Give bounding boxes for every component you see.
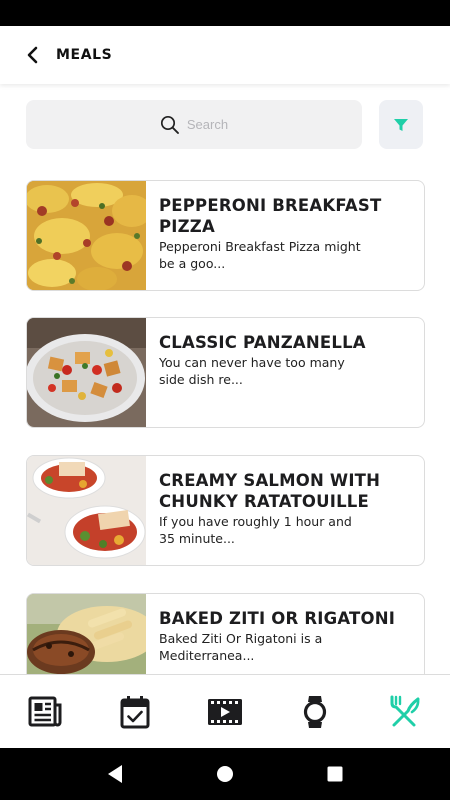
square-recents-icon — [327, 766, 343, 782]
search-icon — [160, 115, 180, 135]
meal-description: Pepperoni Breakfast Pizza might be a goo… — [159, 239, 361, 271]
meal-image — [27, 181, 146, 290]
search-row: Search — [26, 100, 423, 149]
video-film-icon — [208, 698, 242, 725]
calendar-check-icon — [120, 695, 150, 728]
nav-calendar[interactable] — [105, 682, 165, 742]
fork-knife-icon — [390, 695, 420, 726]
meal-description: If you have roughly 1 hour and 35 minute… — [159, 514, 352, 546]
nav-videos[interactable] — [195, 682, 255, 742]
meal-title: CREAMY SALMON WITH CHUNKY RATATOUILLE — [159, 471, 381, 511]
page-title: MEALS — [56, 47, 113, 63]
meal-card[interactable]: PEPPERONI BREAKFAST PIZZA Pepperoni Brea… — [26, 180, 425, 291]
circle-home-icon — [217, 766, 233, 782]
nav-watch[interactable] — [285, 682, 345, 742]
system-home-button[interactable] — [205, 754, 245, 794]
meal-image — [27, 318, 146, 427]
triangle-back-icon — [108, 765, 122, 783]
meal-description: Baked Ziti Or Rigatoni is a Mediterranea… — [159, 631, 323, 663]
meal-title: BAKED ZITI OR RIGATONI — [159, 609, 396, 628]
nav-news[interactable] — [15, 682, 75, 742]
status-bar — [0, 0, 450, 26]
system-back-button[interactable] — [95, 754, 135, 794]
meal-title: CLASSIC PANZANELLA — [159, 333, 366, 352]
newspaper-icon — [28, 696, 62, 726]
back-button[interactable] — [20, 42, 46, 68]
nav-meals[interactable] — [375, 682, 435, 742]
meal-card[interactable]: CLASSIC PANZANELLA You can never have to… — [26, 317, 425, 428]
bottom-navigation — [0, 674, 450, 748]
filter-button[interactable] — [379, 100, 423, 149]
system-recents-button[interactable] — [315, 754, 355, 794]
system-navigation-bar — [0, 748, 450, 800]
search-placeholder: Search — [186, 117, 229, 132]
top-app-bar: MEALS — [0, 26, 450, 84]
smartwatch-icon — [303, 695, 327, 728]
meal-description: You can never have too many side dish re… — [159, 355, 345, 387]
meal-title: PEPPERONI BREAKFAST PIZZA — [159, 196, 382, 236]
search-input[interactable]: Search — [26, 100, 362, 149]
meal-card[interactable]: CREAMY SALMON WITH CHUNKY RATATOUILLE If… — [26, 455, 425, 566]
filter-icon — [394, 118, 408, 131]
chevron-left-icon — [27, 46, 38, 64]
app-screen: MEALS Search PEPPERONI BREAKFAST PIZZA P… — [0, 26, 450, 748]
meal-image — [27, 456, 146, 565]
